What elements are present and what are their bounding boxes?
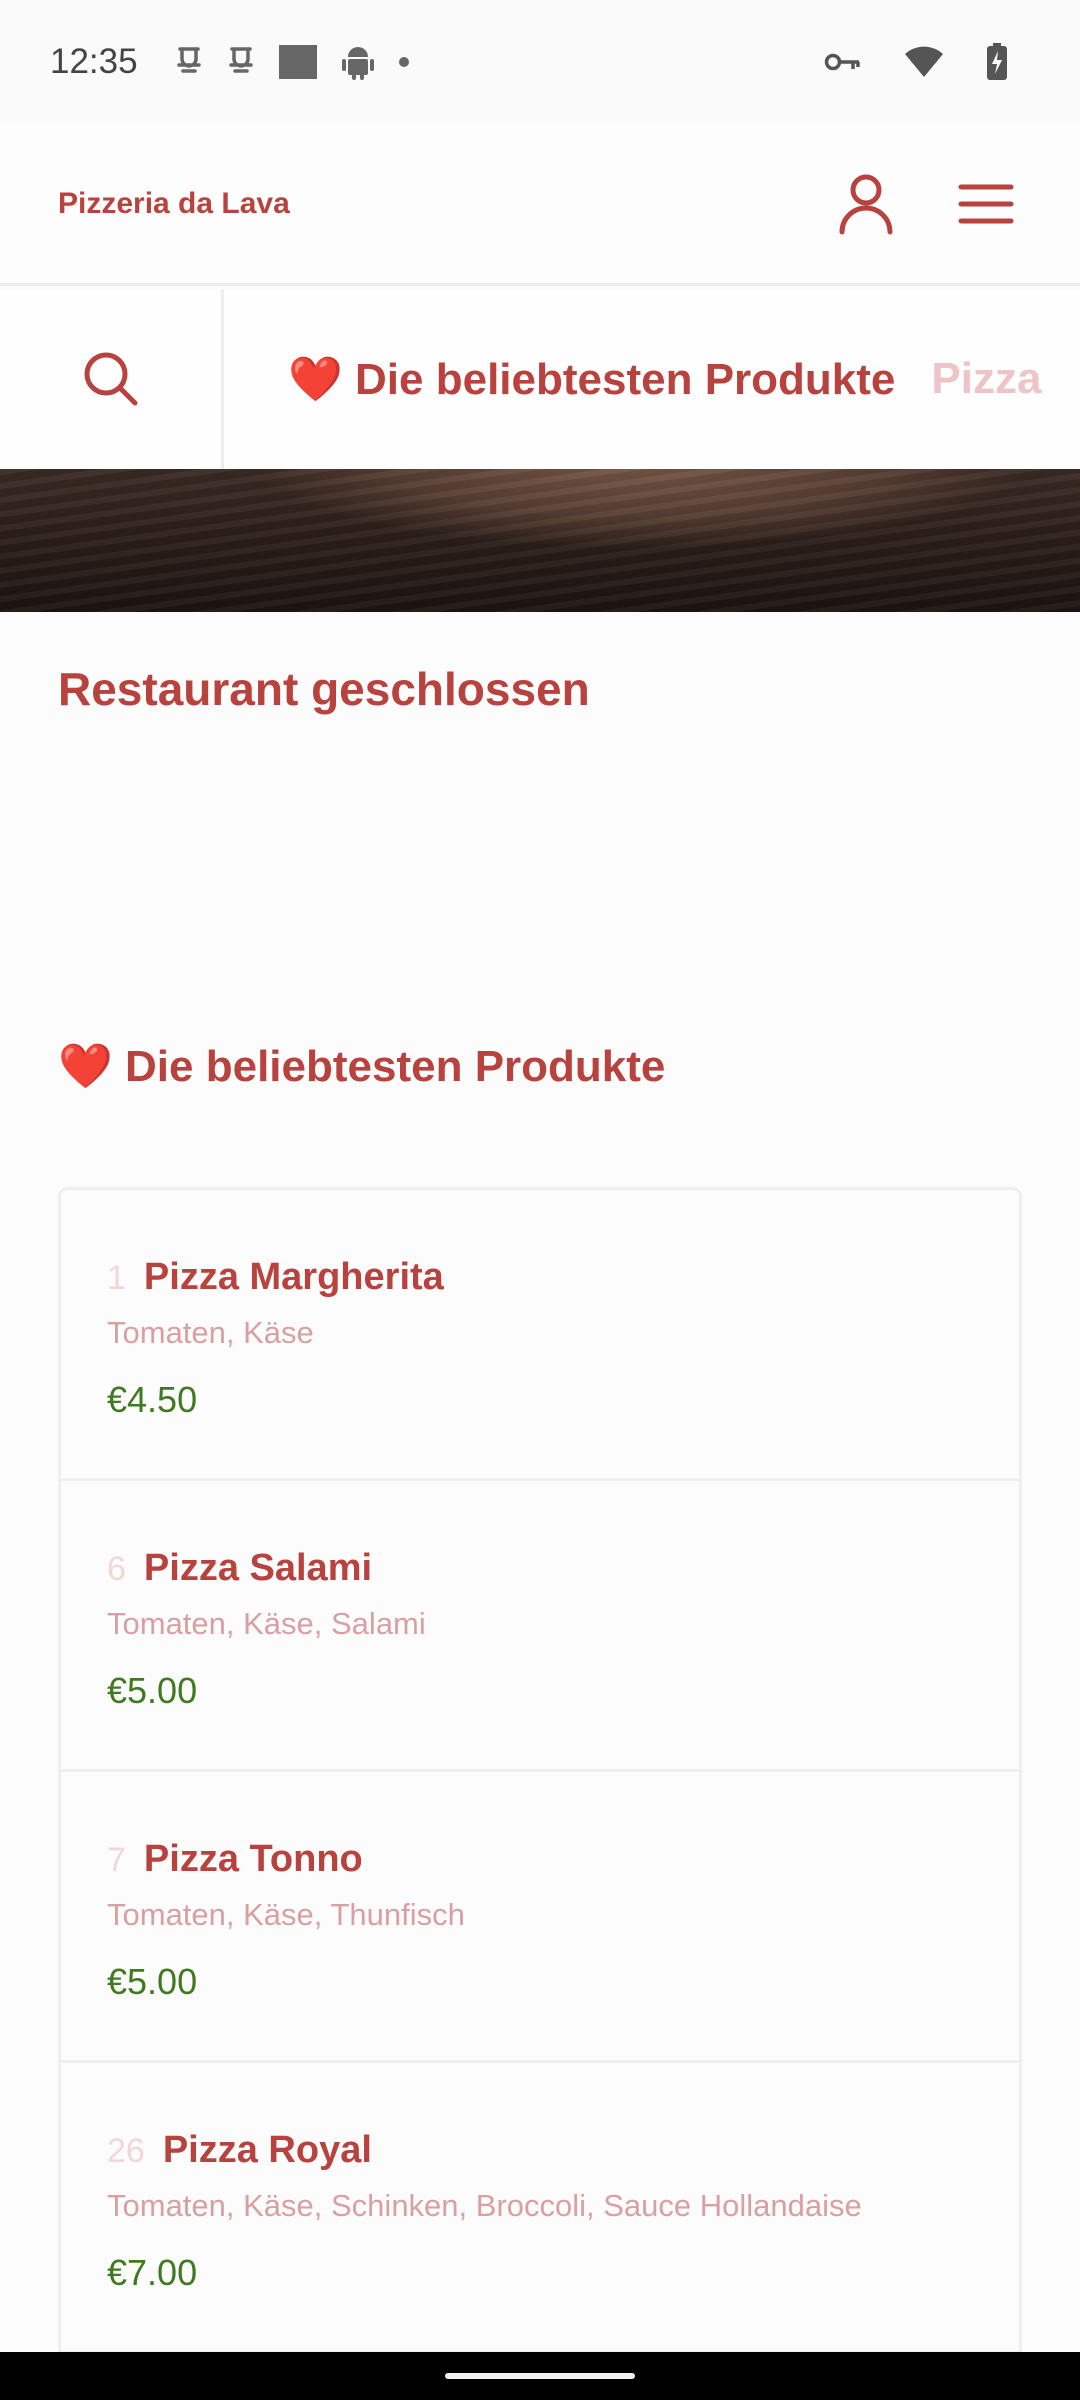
product-item[interactable]: 26 Pizza Royal Tomaten, Käse, Schinken, …: [61, 2063, 1019, 2354]
vpn-key-icon: [824, 51, 862, 73]
notification-icon: [174, 45, 204, 79]
product-description: Tomaten, Käse, Salami: [107, 1606, 426, 1641]
status-time: 12:35: [50, 42, 138, 81]
tab-label: Die beliebtesten Produkte: [355, 355, 896, 404]
product-item[interactable]: 6 Pizza Salami Tomaten, Käse, Salami €5.…: [61, 1481, 1019, 1772]
wifi-icon: [904, 46, 944, 78]
tab-popular-products[interactable]: ❤️ Die beliebtesten Produkte: [288, 353, 895, 405]
product-name: Pizza Margherita: [143, 1256, 444, 1298]
screen: 12:35 Pizzeria da Lava ❤️ Die beliebtest…: [0, 0, 1080, 2400]
restaurant-status: Restaurant geschlossen: [58, 663, 590, 715]
product-name: Pizza Tonno: [143, 1838, 363, 1880]
product-name: Pizza Royal: [162, 2129, 372, 2171]
status-right-icons: [824, 43, 1030, 81]
section-title-text: Die beliebtesten Produkte: [125, 1042, 666, 1091]
product-number: 6: [107, 1550, 126, 1588]
battery-charging-icon: [986, 43, 1008, 81]
android-icon: [340, 43, 376, 81]
product-list: 1 Pizza Margherita Tomaten, Käse €4.50 6…: [58, 1187, 1022, 2357]
section-title: ❤️ Die beliebtesten Produkte: [58, 1040, 665, 1092]
brand-name[interactable]: Pizzeria da Lava: [58, 187, 290, 221]
category-tabs: ❤️ Die beliebtesten Produkte Pizza: [224, 353, 1080, 405]
notification-icon: [226, 45, 256, 79]
product-description: Tomaten, Käse, Thunfisch: [107, 1897, 465, 1932]
product-price: €7.00: [107, 2252, 198, 2293]
category-bar: ❤️ Die beliebtesten Produkte Pizza: [0, 289, 1080, 469]
heart-icon: ❤️: [288, 355, 343, 404]
product-price: €5.00: [107, 1961, 198, 2002]
home-gesture-handle[interactable]: [445, 2373, 635, 2379]
hero-image: [0, 469, 1080, 612]
search-button[interactable]: [0, 289, 224, 469]
system-navigation-bar: [0, 2352, 1080, 2400]
search-icon: [84, 352, 137, 406]
product-price: €4.50: [107, 1379, 198, 1420]
user-icon[interactable]: [830, 168, 902, 240]
tab-pizza[interactable]: Pizza: [931, 354, 1041, 404]
product-number: 26: [107, 2132, 145, 2170]
product-description: Tomaten, Käse: [107, 1315, 314, 1350]
product-item[interactable]: 1 Pizza Margherita Tomaten, Käse €4.50: [61, 1190, 1019, 1481]
product-number: 7: [107, 1841, 126, 1879]
dot-icon: [398, 56, 410, 68]
product-price: €5.00: [107, 1670, 198, 1711]
product-number: 1: [107, 1259, 126, 1297]
header-actions: [830, 168, 1022, 240]
product-name: Pizza Salami: [143, 1547, 373, 1589]
menu-icon[interactable]: [950, 168, 1022, 240]
status-bar: 12:35: [0, 0, 1080, 124]
app-header: Pizzeria da Lava: [0, 124, 1080, 286]
heart-icon: ❤️: [58, 1042, 113, 1091]
product-description: Tomaten, Käse, Schinken, Broccoli, Sauce…: [107, 2188, 862, 2223]
product-item[interactable]: 7 Pizza Tonno Tomaten, Käse, Thunfisch €…: [61, 1772, 1019, 2063]
square-notification-icon: [278, 44, 318, 80]
